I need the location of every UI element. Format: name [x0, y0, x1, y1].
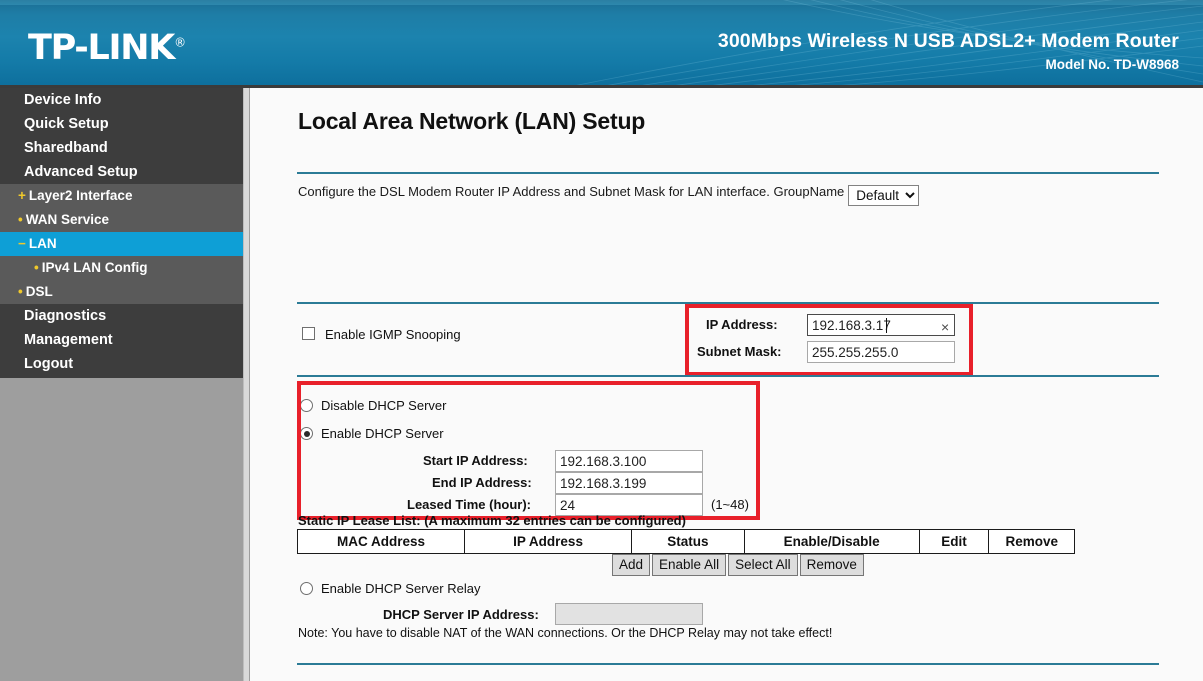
- relay-server-ip-label: DHCP Server IP Address:: [383, 607, 539, 622]
- bullet-icon: •: [18, 212, 23, 227]
- start-ip-input[interactable]: [555, 450, 703, 472]
- expand-icon: +: [18, 188, 26, 203]
- divider-bottom: [297, 663, 1159, 665]
- sidebar-gutter: [243, 88, 250, 681]
- end-ip-input[interactable]: [555, 472, 703, 494]
- relay-server-ip-input[interactable]: [555, 603, 703, 625]
- registered-trademark-icon: ®: [174, 35, 187, 50]
- sidebar-item-dsl[interactable]: • DSL: [0, 280, 243, 304]
- divider-lan: [297, 302, 1159, 304]
- enable-dhcp-relay-label: Enable DHCP Server Relay: [321, 581, 481, 596]
- remove-button[interactable]: Remove: [799, 554, 864, 576]
- disable-dhcp-label: Disable DHCP Server: [321, 398, 447, 413]
- table-column-header: Enable/Disable: [743, 529, 920, 554]
- divider-igmp: [297, 375, 1159, 377]
- add-button[interactable]: Add: [612, 554, 651, 576]
- sidebar-item-management[interactable]: Management: [0, 328, 243, 352]
- sidebar-item-device-info[interactable]: Device Info: [0, 88, 243, 112]
- subnet-mask-label: Subnet Mask:: [697, 344, 782, 359]
- igmp-snooping-checkbox[interactable]: [302, 327, 315, 340]
- collapse-icon: −: [18, 236, 26, 251]
- sidebar-item-label: Quick Setup: [24, 116, 109, 132]
- page-title: Local Area Network (LAN) Setup: [298, 108, 646, 134]
- table-column-header: IP Address: [464, 529, 633, 554]
- product-identity: 300Mbps Wireless N USB ADSL2+ Modem Rout…: [718, 30, 1179, 72]
- page-header: TP-LINK® 300Mbps Wireless N USB ADSL2+ M…: [0, 0, 1203, 88]
- sidebar-item-label: DSL: [25, 284, 53, 299]
- sidebar-item-wan-service[interactable]: • WAN Service: [0, 208, 243, 232]
- sidebar-item-quick-setup[interactable]: Quick Setup: [0, 112, 243, 136]
- sidebar-item-lan[interactable]: − LAN: [0, 232, 243, 256]
- disable-dhcp-radio[interactable]: [300, 399, 313, 412]
- sidebar-item-label: Management: [24, 332, 113, 348]
- sidebar-item-label: WAN Service: [25, 212, 110, 227]
- sidebar-item-label: Logout: [24, 356, 74, 372]
- text-caret: [886, 318, 887, 333]
- sidebar-navigation: Device Info Quick Setup Sharedband Advanced…: [0, 88, 243, 681]
- sidebar-item-logout[interactable]: Logout: [0, 352, 243, 376]
- ip-address-input[interactable]: [807, 314, 955, 336]
- clear-icon[interactable]: ×: [941, 320, 949, 334]
- product-title: 300Mbps Wireless N USB ADSL2+ Modem Rout…: [717, 30, 1179, 52]
- table-column-header: Remove: [988, 529, 1075, 554]
- sidebar-item-diagnostics[interactable]: Diagnostics: [0, 304, 243, 328]
- end-ip-label: End IP Address:: [432, 475, 532, 490]
- sidebar-item-layer2-interface[interactable]: + Layer2 Interface: [0, 184, 243, 208]
- sidebar-item-label: Advanced Setup: [24, 164, 138, 180]
- groupname-select[interactable]: Default: [848, 185, 920, 206]
- lease-action-buttons: Add Enable All Select All Remove: [612, 554, 864, 576]
- table-header-row: MAC Address IP Address Status Enable/Disabl…: [296, 529, 1075, 554]
- static-lease-table: MAC Address IP Address Status Enable/Disabl…: [296, 529, 1075, 554]
- main-content: Local Area Network (LAN) Setup Configure…: [251, 88, 1203, 681]
- static-lease-caption: Static IP Lease List: (A maximum 32 entr…: [298, 513, 686, 528]
- table-column-header: Edit: [918, 529, 990, 554]
- sidebar-item-label: IPv4 LAN Config: [41, 260, 148, 275]
- table-column-header: MAC Address: [296, 529, 466, 554]
- igmp-snooping-label: Enable IGMP Snooping: [325, 327, 461, 342]
- leased-time-label: Leased Time (hour):: [407, 497, 532, 512]
- tplink-logo: TP-LINK®: [28, 28, 186, 68]
- divider-top: [297, 172, 1159, 174]
- subnet-mask-input[interactable]: [807, 341, 955, 363]
- bullet-icon: •: [18, 284, 23, 299]
- router-admin-page: TP-LINK® 300Mbps Wireless N USB ADSL2+ M…: [0, 0, 1203, 681]
- lan-description-text: Configure the DSL Modem Router IP Addres…: [298, 184, 845, 199]
- enable-dhcp-label: Enable DHCP Server: [321, 426, 444, 441]
- sidebar-item-ipv4-lan-config[interactable]: • IPv4 LAN Config: [0, 256, 243, 280]
- bullet-icon: •: [34, 260, 39, 275]
- model-number: Model No. TD-W8968: [1045, 57, 1179, 72]
- sidebar-item-label: Diagnostics: [24, 308, 107, 324]
- enable-all-button[interactable]: Enable All: [652, 554, 727, 576]
- select-all-button[interactable]: Select All: [728, 554, 798, 576]
- sidebar-item-sharedband[interactable]: Sharedband: [0, 136, 243, 160]
- sidebar-item-label: LAN: [28, 236, 57, 251]
- start-ip-label: Start IP Address:: [423, 453, 528, 468]
- lan-description-row: Configure the DSL Modem Router IP Addres…: [298, 184, 920, 206]
- nav-menu: Device Info Quick Setup Sharedband Advanced…: [0, 88, 243, 378]
- sidebar-item-label: Sharedband: [24, 140, 108, 156]
- sidebar-item-advanced-setup[interactable]: Advanced Setup: [0, 160, 243, 184]
- table-column-header: Status: [631, 529, 745, 554]
- enable-dhcp-relay-radio[interactable]: [300, 582, 313, 595]
- dhcp-relay-note: Note: You have to disable NAT of the WAN…: [298, 626, 833, 640]
- enable-dhcp-radio[interactable]: [300, 427, 313, 440]
- sidebar-item-label: Layer2 Interface: [28, 188, 133, 203]
- ip-address-label: IP Address:: [706, 317, 778, 332]
- sidebar-item-label: Device Info: [24, 92, 102, 108]
- leased-time-hint: (1~48): [711, 497, 749, 512]
- logo-text: TP-LINK: [28, 28, 175, 68]
